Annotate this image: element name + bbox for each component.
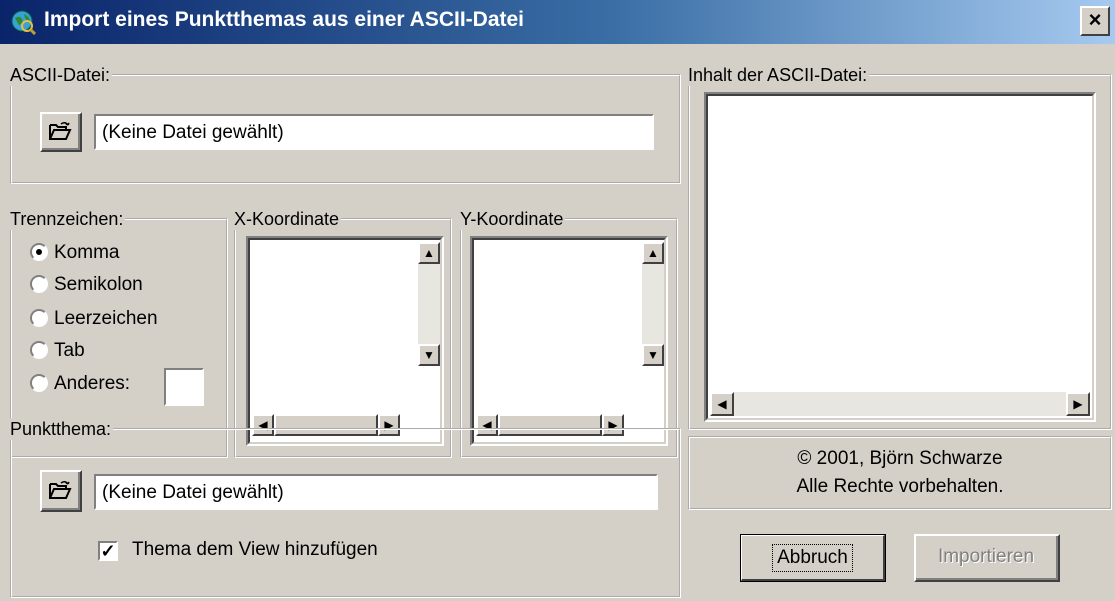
radio-indicator[interactable] — [30, 374, 48, 392]
ascii-browse-button[interactable] — [40, 112, 82, 152]
point-theme-path-field[interactable]: (Keine Datei gewählt) — [94, 474, 658, 510]
arrow-up-icon: ▲ — [647, 246, 659, 260]
radio-label: Komma — [54, 242, 120, 263]
x-scroll-down-button[interactable]: ▼ — [418, 344, 440, 366]
ascii-file-path-value: (Keine Datei gewählt) — [102, 122, 284, 143]
window-title: Import eines Punktthemas aus einer ASCII… — [44, 8, 525, 31]
arrow-left-icon: ◀ — [717, 397, 727, 411]
content-group-label: Inhalt der ASCII-Datei: — [688, 64, 870, 86]
arrow-up-icon: ▲ — [423, 246, 435, 260]
open-folder-icon — [49, 121, 72, 140]
radio-indicator[interactable] — [30, 309, 48, 327]
import-button[interactable]: Importieren — [914, 534, 1060, 582]
copyright-line: © 2001, Björn Schwarze — [797, 448, 1003, 469]
open-folder-icon — [49, 480, 72, 499]
radio-indicator[interactable] — [30, 275, 48, 293]
arrow-right-icon: ▶ — [1073, 397, 1083, 411]
checkmark-icon: ✓ — [100, 541, 116, 561]
point-theme-group-label: Punktthema: — [10, 418, 114, 440]
y-coord-listbox[interactable]: ▲ ▼ ◀ ▶ — [470, 236, 668, 446]
app-globe-icon — [11, 10, 36, 35]
add-to-view-label: Thema dem View hinzufügen — [132, 539, 378, 560]
content-preview-box[interactable]: ◀ ▶ — [704, 92, 1096, 422]
close-button[interactable]: × — [1080, 6, 1110, 36]
rights-line: Alle Rechte vorbehalten. — [796, 476, 1004, 497]
radio-label: Semikolon — [54, 274, 143, 295]
title-bar[interactable]: Import eines Punktthemas aus einer ASCII… — [0, 0, 1115, 44]
radio-label: Leerzeichen — [54, 308, 158, 329]
ascii-file-group-label: ASCII-Datei: — [10, 64, 113, 86]
y-scroll-down-button[interactable]: ▼ — [642, 344, 664, 366]
radio-label: Anderes: — [54, 373, 131, 394]
x-scroll-v-track[interactable] — [418, 264, 440, 344]
point-theme-group: Punktthema: — [10, 418, 681, 598]
y-scroll-v-track[interactable] — [642, 264, 664, 344]
y-coord-group-label: Y-Koordinate — [460, 208, 566, 230]
content-scroll-left-button[interactable]: ◀ — [710, 392, 734, 416]
other-separator-input[interactable] — [164, 368, 204, 406]
ascii-file-path-field[interactable]: (Keine Datei gewählt) — [94, 114, 654, 150]
content-scroll-h-track[interactable] — [734, 392, 1066, 416]
cancel-button-label: Abbruch — [772, 543, 853, 572]
arrow-down-icon: ▼ — [647, 348, 659, 362]
x-coord-listbox[interactable]: ▲ ▼ ◀ ▶ — [246, 236, 444, 446]
dialog-body: ASCII-Datei: (Keine Datei gewählt) Trenn… — [0, 44, 1115, 601]
separator-group-label: Trennzeichen: — [10, 208, 126, 230]
x-scroll-up-button[interactable]: ▲ — [418, 242, 440, 264]
import-button-label: Importieren — [937, 546, 1035, 567]
point-theme-browse-button[interactable] — [40, 470, 82, 512]
x-coord-group-label: X-Koordinate — [234, 208, 342, 230]
point-theme-path-value: (Keine Datei gewählt) — [102, 482, 284, 503]
y-scroll-up-button[interactable]: ▲ — [642, 242, 664, 264]
radio-indicator[interactable] — [30, 341, 48, 359]
copyright-panel: © 2001, Björn Schwarze Alle Rechte vorbe… — [688, 436, 1112, 510]
arrow-down-icon: ▼ — [423, 348, 435, 362]
content-scroll-right-button[interactable]: ▶ — [1066, 392, 1090, 416]
radio-indicator[interactable] — [30, 243, 48, 261]
cancel-button[interactable]: Abbruch — [740, 534, 886, 582]
add-to-view-checkbox[interactable]: ✓ — [98, 541, 118, 561]
close-icon: × — [1088, 7, 1102, 32]
radio-label: Tab — [54, 340, 85, 361]
